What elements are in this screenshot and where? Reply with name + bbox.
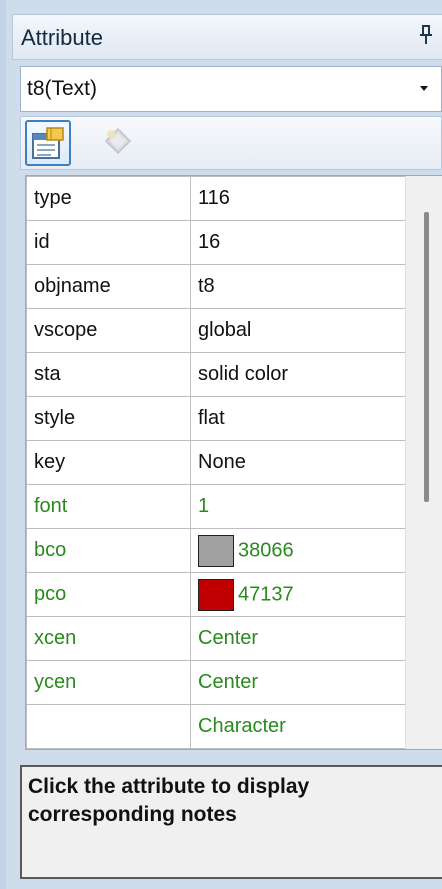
attribute-value[interactable]: 47137 [190,572,406,617]
attribute-row[interactable]: font 1 [26,484,406,529]
attribute-value[interactable]: 1 [190,484,406,529]
attribute-name [26,704,191,749]
attribute-name: ycen [26,660,191,705]
dropdown-arrow-icon[interactable] [413,67,435,111]
attribute-value[interactable]: t8 [190,264,406,309]
attribute-toolbar [20,116,442,170]
attribute-name: objname [26,264,191,309]
attribute-row[interactable]: xcen Center [26,616,406,661]
bco-value: 38066 [238,538,294,561]
attribute-name: id [26,220,191,265]
attribute-row[interactable]: objname t8 [26,264,406,309]
events-button[interactable] [97,120,143,166]
attribute-panel: Attribute t8(Text) type 116 id 16 objnam… [0,0,442,889]
attribute-row[interactable]: bco 38066 [26,528,406,573]
attribute-row[interactable]: pco 47137 [26,572,406,617]
attribute-row[interactable]: type 116 [26,176,406,221]
properties-button[interactable] [25,120,71,166]
attribute-value[interactable]: Center [190,616,406,661]
attribute-value[interactable]: 38066 [190,528,406,573]
attribute-value[interactable]: None [190,440,406,485]
notes-panel: Click the attribute to display correspon… [20,765,442,879]
notes-text: Click the attribute to display correspon… [28,775,310,826]
attribute-row[interactable]: Character [26,704,406,749]
attribute-value[interactable]: Center [190,660,406,705]
attribute-value[interactable]: 116 [190,176,406,221]
attribute-value[interactable]: flat [190,396,406,441]
bco-color-swatch[interactable] [198,534,234,567]
attribute-name: bco [26,528,191,573]
object-selector-dropdown[interactable]: t8(Text) [20,66,442,112]
attribute-row[interactable]: ycen Center [26,660,406,705]
pco-value: 47137 [238,582,294,605]
vertical-scrollbar[interactable] [405,176,442,749]
attribute-row[interactable]: style flat [26,396,406,441]
attribute-name: font [26,484,191,529]
attribute-name: vscope [26,308,191,353]
scrollbar-thumb[interactable] [424,212,429,502]
panel-titlebar: Attribute [12,14,442,60]
object-selector-value: t8(Text) [27,77,98,100]
attribute-grid: type 116 id 16 objname t8 vscope global … [25,175,442,750]
properties-icon [32,127,64,159]
events-diamond-icon [104,127,132,155]
attribute-value[interactable]: solid color [190,352,406,397]
pco-color-swatch[interactable] [198,578,234,611]
attribute-name: style [26,396,191,441]
attribute-name: sta [26,352,191,397]
panel-title: Attribute [21,25,103,50]
attribute-name: type [26,176,191,221]
attribute-value[interactable]: 16 [190,220,406,265]
attribute-row[interactable]: vscope global [26,308,406,353]
attribute-value[interactable]: global [190,308,406,353]
attribute-name: key [26,440,191,485]
attribute-row[interactable]: key None [26,440,406,485]
attribute-value[interactable]: Character [190,704,406,749]
attribute-name: xcen [26,616,191,661]
pin-icon[interactable] [417,25,435,45]
attribute-row[interactable]: id 16 [26,220,406,265]
attribute-table: type 116 id 16 objname t8 vscope global … [26,176,406,749]
attribute-row[interactable]: sta solid color [26,352,406,397]
attribute-name: pco [26,572,191,617]
